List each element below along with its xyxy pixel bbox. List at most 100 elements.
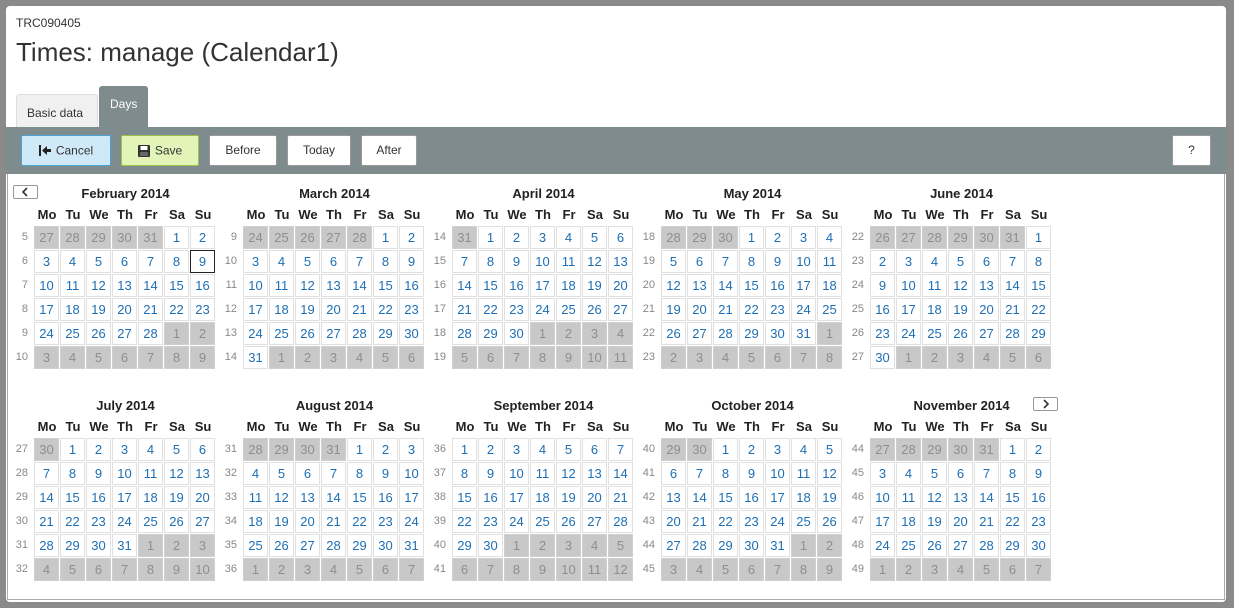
day-cell[interactable]: 28 — [138, 322, 163, 345]
day-cell[interactable]: 19 — [269, 510, 294, 533]
day-cell[interactable]: 17 — [399, 486, 424, 509]
day-cell[interactable]: 2 — [478, 438, 503, 461]
day-cell[interactable]: 2 — [1026, 438, 1051, 461]
day-cell[interactable]: 12 — [661, 274, 686, 297]
day-cell[interactable]: 19 — [817, 486, 842, 509]
day-cell[interactable]: 7 — [687, 462, 712, 485]
day-cell[interactable]: 23 — [504, 298, 529, 321]
day-cell[interactable]: 15 — [347, 486, 372, 509]
day-cell[interactable]: 20 — [112, 298, 137, 321]
day-cell[interactable]: 30 — [373, 534, 398, 557]
day-cell[interactable]: 29 — [713, 534, 738, 557]
day-cell[interactable]: 22 — [1000, 510, 1025, 533]
day-cell[interactable]: 22 — [164, 298, 189, 321]
day-cell[interactable]: 19 — [922, 510, 947, 533]
day-cell[interactable]: 11 — [791, 462, 816, 485]
day-cell[interactable]: 14 — [34, 486, 59, 509]
day-cell[interactable]: 6 — [608, 226, 633, 249]
day-cell[interactable]: 25 — [556, 298, 581, 321]
day-cell[interactable]: 15 — [60, 486, 85, 509]
day-cell[interactable]: 9 — [504, 250, 529, 273]
day-cell[interactable]: 14 — [687, 486, 712, 509]
day-cell[interactable]: 21 — [138, 298, 163, 321]
day-cell[interactable]: 11 — [896, 486, 921, 509]
day-cell[interactable]: 13 — [190, 462, 215, 485]
cancel-button[interactable]: Cancel — [21, 135, 111, 166]
day-cell[interactable]: 1 — [478, 226, 503, 249]
day-cell[interactable]: 5 — [948, 250, 973, 273]
day-cell[interactable]: 7 — [34, 462, 59, 485]
day-cell[interactable]: 10 — [896, 274, 921, 297]
day-cell[interactable]: 24 — [504, 510, 529, 533]
day-cell[interactable]: 3 — [530, 226, 555, 249]
day-cell[interactable]: 31 — [243, 346, 268, 369]
day-cell[interactable]: 8 — [739, 250, 764, 273]
day-cell[interactable]: 30 — [504, 322, 529, 345]
day-cell[interactable]: 13 — [974, 274, 999, 297]
day-cell[interactable]: 28 — [34, 534, 59, 557]
day-cell[interactable]: 3 — [34, 250, 59, 273]
day-cell[interactable]: 5 — [582, 226, 607, 249]
day-cell[interactable]: 18 — [530, 486, 555, 509]
day-cell[interactable]: 14 — [452, 274, 477, 297]
day-cell[interactable]: 24 — [791, 298, 816, 321]
day-cell[interactable]: 25 — [530, 510, 555, 533]
day-cell[interactable]: 19 — [948, 298, 973, 321]
day-cell[interactable]: 16 — [504, 274, 529, 297]
day-cell[interactable]: 21 — [713, 298, 738, 321]
day-cell[interactable]: 28 — [608, 510, 633, 533]
day-cell[interactable]: 15 — [373, 274, 398, 297]
day-cell[interactable]: 21 — [452, 298, 477, 321]
day-cell[interactable]: 23 — [478, 510, 503, 533]
day-cell[interactable]: 6 — [948, 462, 973, 485]
day-cell[interactable]: 3 — [791, 226, 816, 249]
day-cell[interactable]: 23 — [765, 298, 790, 321]
day-cell[interactable]: 8 — [164, 250, 189, 273]
day-cell[interactable]: 14 — [713, 274, 738, 297]
day-cell[interactable]: 7 — [138, 250, 163, 273]
day-cell[interactable]: 30 — [1026, 534, 1051, 557]
day-cell[interactable]: 9 — [478, 462, 503, 485]
day-cell[interactable]: 11 — [243, 486, 268, 509]
day-cell[interactable]: 24 — [34, 322, 59, 345]
day-cell[interactable]: 26 — [556, 510, 581, 533]
day-cell[interactable]: 12 — [922, 486, 947, 509]
day-cell[interactable]: 28 — [713, 322, 738, 345]
day-cell[interactable]: 4 — [896, 462, 921, 485]
day-cell[interactable]: 25 — [791, 510, 816, 533]
day-cell[interactable]: 13 — [321, 274, 346, 297]
day-cell[interactable]: 20 — [582, 486, 607, 509]
day-cell[interactable]: 18 — [922, 298, 947, 321]
day-cell[interactable]: 3 — [870, 462, 895, 485]
day-cell[interactable]: 5 — [922, 462, 947, 485]
day-cell[interactable]: 5 — [817, 438, 842, 461]
day-cell[interactable]: 4 — [791, 438, 816, 461]
day-cell[interactable]: 20 — [687, 298, 712, 321]
day-cell[interactable]: 2 — [190, 226, 215, 249]
day-cell[interactable]: 21 — [321, 510, 346, 533]
day-cell[interactable]: 22 — [60, 510, 85, 533]
day-cell[interactable]: 1 — [1000, 438, 1025, 461]
day-cell[interactable]: 1 — [347, 438, 372, 461]
day-cell[interactable]: 20 — [608, 274, 633, 297]
day-cell[interactable]: 6 — [190, 438, 215, 461]
day-cell[interactable]: 21 — [608, 486, 633, 509]
day-cell[interactable]: 13 — [295, 486, 320, 509]
day-cell[interactable]: 10 — [765, 462, 790, 485]
day-cell[interactable]: 18 — [817, 274, 842, 297]
day-cell[interactable]: 17 — [870, 510, 895, 533]
day-cell[interactable]: 17 — [765, 486, 790, 509]
day-cell[interactable]: 13 — [112, 274, 137, 297]
day-cell[interactable]: 30 — [739, 534, 764, 557]
day-cell[interactable]: 5 — [661, 250, 686, 273]
day-cell[interactable]: 18 — [243, 510, 268, 533]
day-cell[interactable]: 7 — [452, 250, 477, 273]
day-cell[interactable]: 22 — [1026, 298, 1051, 321]
day-cell[interactable]: 25 — [817, 298, 842, 321]
day-cell[interactable]: 28 — [321, 534, 346, 557]
day-cell[interactable]: 29 — [478, 322, 503, 345]
day-cell[interactable]: 6 — [974, 250, 999, 273]
day-cell[interactable]: 27 — [974, 322, 999, 345]
day-cell[interactable]: 18 — [556, 274, 581, 297]
day-cell[interactable]: 7 — [1000, 250, 1025, 273]
